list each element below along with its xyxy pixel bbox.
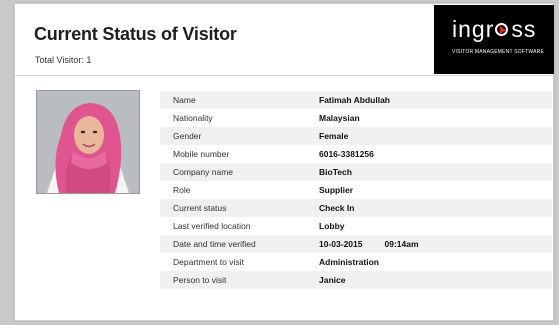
row-label: Last verified location <box>173 221 251 231</box>
table-row: Last verified location Lobby <box>160 217 552 235</box>
row-label: Department to visit <box>173 257 244 267</box>
table-row: Name Fatimah Abdullah <box>160 91 552 109</box>
table-row: Gender Female <box>160 127 552 145</box>
card-header: Current Status of Visitor Total Visitor:… <box>15 4 554 76</box>
visitor-details-table: Name Fatimah Abdullah Nationality Malays… <box>160 91 552 289</box>
page-title: Current Status of Visitor <box>34 24 237 44</box>
table-row: Company name BioTech <box>160 163 552 181</box>
row-value: 10-03-2015 09:14am <box>319 239 419 249</box>
table-row: Nationality Malaysian <box>160 109 552 127</box>
verified-date: 10-03-2015 <box>319 239 363 249</box>
table-row: Current status Check In <box>160 199 552 217</box>
table-row: Mobile number 6016-3381256 <box>160 145 552 163</box>
table-row: Role Supplier <box>160 181 552 199</box>
row-value: Fatimah Abdullah <box>319 95 390 105</box>
table-row: Date and time verified 10-03-2015 09:14a… <box>160 235 552 253</box>
row-value: Supplier <box>319 185 354 195</box>
play-icon <box>495 22 510 37</box>
row-value: Lobby <box>319 221 345 231</box>
row-value: Janice <box>319 275 346 285</box>
row-label: Current status <box>173 203 227 213</box>
row-value: Female <box>319 131 349 141</box>
visitor-photo-icon <box>37 91 139 193</box>
row-value: Malaysian <box>319 113 360 123</box>
table-row: Department to visit Administration <box>160 253 552 271</box>
row-value: Administration <box>319 257 379 267</box>
logo-word-end: ss <box>511 16 537 42</box>
row-label: Company name <box>173 167 234 177</box>
verified-time: 09:14am <box>384 239 419 249</box>
row-label: Gender <box>173 131 202 141</box>
ingress-logo: ingr ss VISITOR MANAGEMENT SOFTWARE <box>434 5 554 74</box>
row-label: Mobile number <box>173 149 230 159</box>
row-value: 6016-3381256 <box>319 149 374 159</box>
total-visitor-count: Total Visitor: 1 <box>35 55 92 65</box>
visitor-photo <box>36 90 140 194</box>
row-value: Check In <box>319 203 355 213</box>
visitor-status-card: Current Status of Visitor Total Visitor:… <box>14 3 554 321</box>
row-label: Nationality <box>173 113 213 123</box>
row-label: Date and time verified <box>173 239 256 249</box>
logo-word-start: ingr <box>452 16 495 42</box>
logo-wordmark: ingr ss <box>452 16 536 43</box>
row-label: Person to visit <box>173 275 227 285</box>
row-label: Role <box>173 185 191 195</box>
row-value: BioTech <box>319 167 352 177</box>
row-label: Name <box>173 95 196 105</box>
table-row: Person to visit Janice <box>160 271 552 289</box>
logo-tagline: VISITOR MANAGEMENT SOFTWARE <box>452 49 544 55</box>
